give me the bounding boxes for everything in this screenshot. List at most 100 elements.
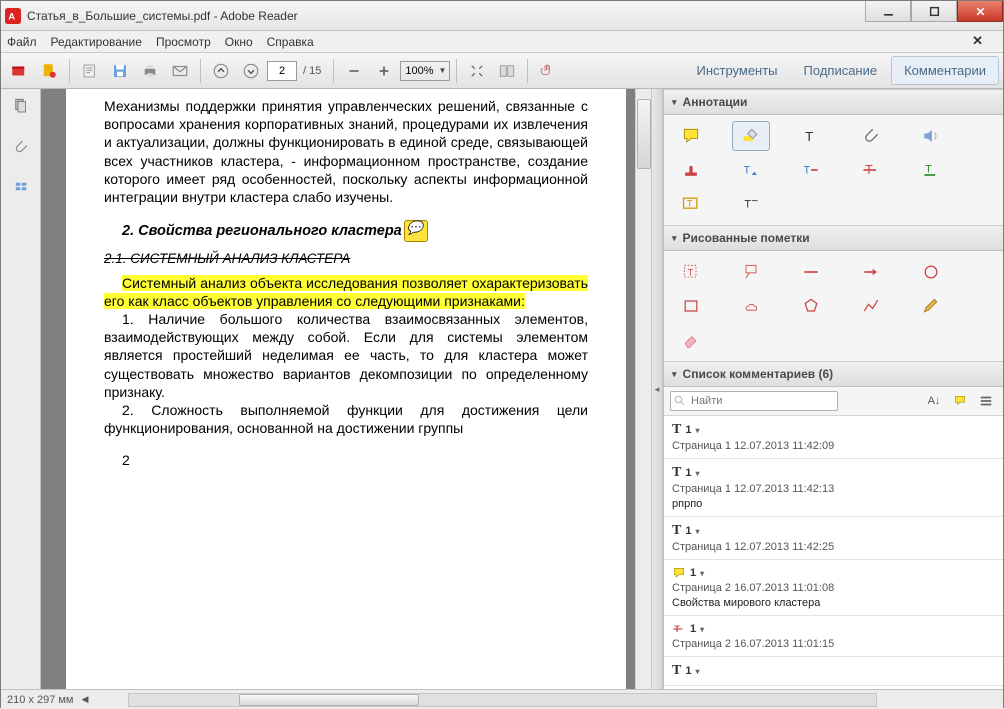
comment-toolbar: A↓ [664,387,1003,416]
page-dimensions: 210 x 297 мм [7,694,74,706]
comments-tab[interactable]: Комментарии [891,56,999,85]
comments-list-header[interactable]: Список комментариев (6) [664,361,1003,387]
close-button[interactable] [957,1,1003,22]
comment-item[interactable]: 1▾Страница 2 16.07.2013 11:01:08Свойства… [664,560,1003,616]
stamp-tool-icon[interactable] [672,155,710,185]
read-mode-icon[interactable] [493,57,521,85]
callout-draw-icon[interactable] [732,257,770,287]
replace-text-icon[interactable]: T [792,155,830,185]
zoom-value: 100% [405,65,433,77]
eraser-tool-icon[interactable] [672,325,710,355]
comment-item[interactable]: T 1▾Страница 1 12.07.2013 11:42:09 [664,416,1003,459]
text-callout-tool-icon[interactable]: T [732,189,770,219]
zoom-in-icon[interactable] [370,57,398,85]
strikethrough-tool-icon[interactable]: T [852,155,890,185]
pencil-tool-icon[interactable] [912,291,950,321]
heading-2: 2. Свойства регионального кластера [122,220,588,242]
page-number-input[interactable] [267,61,297,81]
edit-icon[interactable] [76,57,104,85]
menu-edit[interactable]: Редактирование [51,35,142,49]
insert-text-cursor-icon[interactable]: T [732,155,770,185]
horizontal-scrollbar[interactable] [128,693,877,707]
list-item-2: 2. Сложность выполняемой функции для дос… [104,401,588,437]
left-sidebar [1,89,41,689]
oval-tool-icon[interactable] [912,257,950,287]
instruments-tab[interactable]: Инструменты [684,57,789,84]
paragraph: Механизмы поддержки принятия управленчес… [104,97,588,206]
text-box-tool-icon[interactable]: T [672,189,710,219]
document-scrollbar[interactable] [635,89,651,689]
print-icon[interactable] [136,57,164,85]
audio-tool-icon[interactable] [912,121,950,151]
svg-text:T: T [925,164,932,176]
svg-text:T: T [804,164,811,176]
attach-file-tool-icon[interactable] [852,121,890,151]
page-up-icon[interactable] [207,57,235,85]
list-item-1: 1. Наличие большого количества взаимосвя… [104,310,588,401]
svg-text:A: A [8,11,15,21]
minimize-button[interactable] [865,1,911,22]
window-title: Статья_в_Большие_системы.pdf - Adobe Rea… [27,9,999,23]
connected-lines-icon[interactable] [852,291,890,321]
zoom-out-icon[interactable] [340,57,368,85]
comment-search-input[interactable] [670,391,838,411]
page-total-label: / 15 [303,65,321,77]
bookmarks-icon[interactable] [12,179,30,202]
drawing-tools: T [664,251,1003,361]
chevron-left-icon[interactable]: ◀ [82,694,89,705]
comment-item[interactable]: T 1▾ [664,657,1003,686]
menubar: Файл Редактирование Просмотр Окно Справк… [1,31,1003,53]
chevron-down-icon: ▼ [438,66,449,75]
rectangle-tool-icon[interactable] [672,291,710,321]
main-area: Механизмы поддержки принятия управленчес… [1,89,1003,689]
signing-tab[interactable]: Подписание [792,57,890,84]
svg-text:T: T [805,129,813,144]
titlebar: A Статья_в_Большие_системы.pdf - Adobe R… [1,1,1003,31]
panel-collapse-handle[interactable]: ◂ [651,89,663,689]
comment-item[interactable]: T 1▾Страница 1 12.07.2013 11:42:13рпрпо [664,459,1003,517]
save-icon[interactable] [106,57,134,85]
underline-tool-icon[interactable]: T [912,155,950,185]
highlight-tool-icon[interactable] [732,121,770,151]
search-icon [673,394,686,407]
export-pdf-icon[interactable] [35,57,63,85]
email-icon[interactable] [166,57,194,85]
menubar-close-icon[interactable]: ✕ [972,33,983,49]
menu-help[interactable]: Справка [267,35,314,49]
options-icon[interactable] [975,391,997,411]
polygon-tool-icon[interactable] [792,291,830,321]
sticky-note-tool-icon[interactable] [672,121,710,151]
open-file-icon[interactable] [5,57,33,85]
cloud-tool-icon[interactable] [732,291,770,321]
line-tool-icon[interactable] [792,257,830,287]
sort-comments-icon[interactable]: A↓ [923,391,945,411]
page-number-footer: 2 [122,451,588,469]
arrow-tool-icon[interactable] [852,257,890,287]
page-down-icon[interactable] [237,57,265,85]
svg-text:T: T [744,164,751,176]
fit-page-icon[interactable] [463,57,491,85]
textbox-draw-icon[interactable]: T [672,257,710,287]
filter-comments-icon[interactable] [949,391,971,411]
pdf-page: Механизмы поддержки принятия управленчес… [66,89,626,689]
attachments-icon[interactable] [12,138,30,161]
menu-view[interactable]: Просмотр [156,35,211,49]
thumbnails-icon[interactable] [12,97,30,120]
comment-list[interactable]: T 1▾Страница 1 12.07.2013 11:42:09T 1▾Ст… [664,416,1003,689]
comment-item[interactable]: T 1▾Страница 1 12.07.2013 11:42:25 [664,517,1003,560]
sticky-note-icon[interactable] [404,220,428,242]
toolbar: / 15 100% ▼ Инструменты Подписание Коммен… [1,53,1003,89]
zoom-select[interactable]: 100% ▼ [400,61,450,81]
text-tool-icon[interactable]: T [792,121,830,151]
comments-panel: Аннотации T T T T T T T Рисованные помет… [663,89,1003,689]
maximize-button[interactable] [911,1,957,22]
comment-item[interactable]: T 1▾Страница 2 16.07.2013 11:01:15 [664,616,1003,657]
statusbar: 210 x 297 мм ◀ [1,689,1003,709]
menu-file[interactable]: Файл [7,35,37,49]
menu-window[interactable]: Окно [225,35,253,49]
hand-tool-icon[interactable] [534,57,562,85]
document-viewport[interactable]: Механизмы поддержки принятия управленчес… [41,89,651,689]
window-controls [865,1,1003,22]
annotations-header[interactable]: Аннотации [664,89,1003,115]
drawings-header[interactable]: Рисованные пометки [664,225,1003,251]
